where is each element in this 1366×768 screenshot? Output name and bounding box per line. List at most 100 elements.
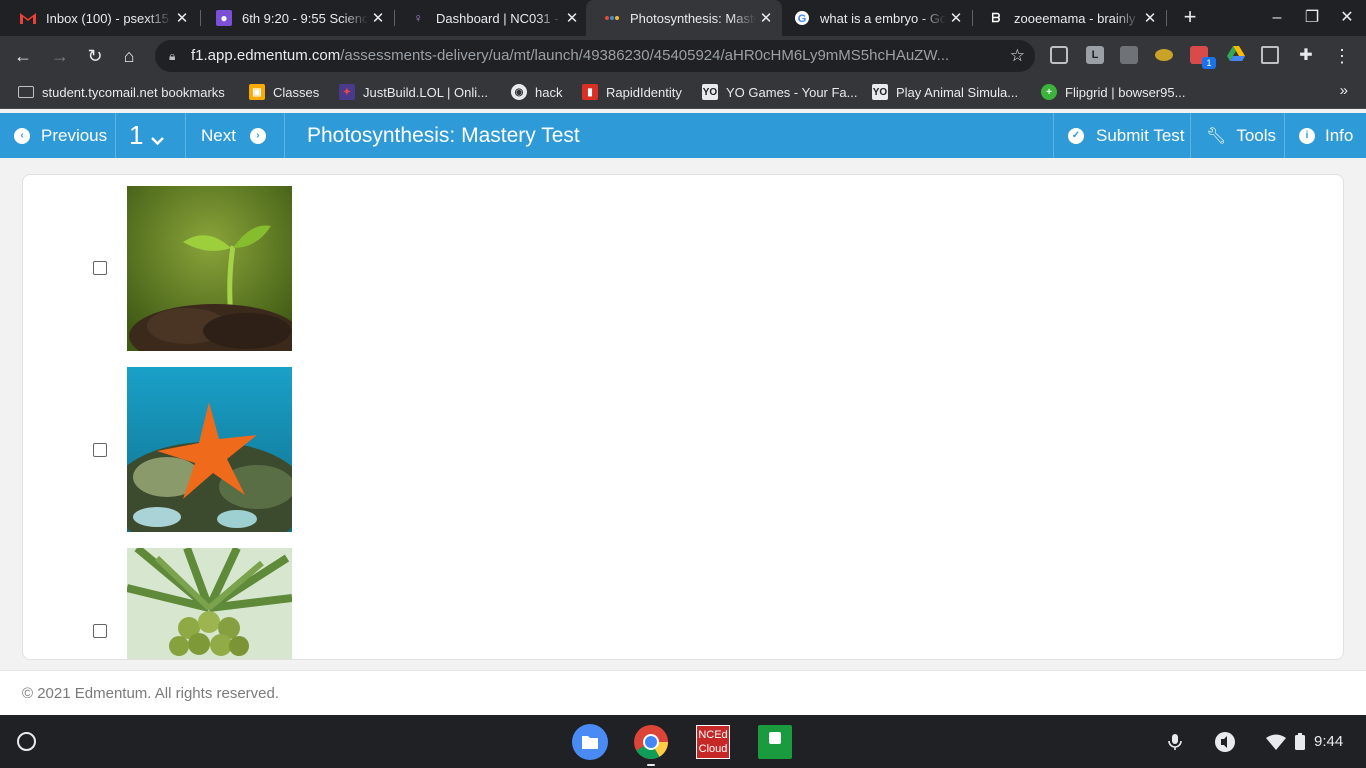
back-arrow-icon[interactable]: ← (9, 42, 37, 70)
nced-cloud-icon[interactable]: NCEd Cloud (696, 725, 730, 759)
active-app-indicator (647, 764, 655, 766)
os-shelf: NCEd Cloud 9:44 (0, 715, 1366, 768)
assessment-header: ‹ Previous 1 Next › Photosynthesis: Mast… (0, 113, 1366, 158)
tab-title: 6th 9:20 - 9:55 Science (242, 10, 368, 26)
bookmark-label: Play Animal Simula... (896, 84, 1019, 100)
bookmark-item[interactable]: ✦ JustBuild.LOL | Onli... (339, 76, 488, 108)
close-tab-icon[interactable]: ✕ (946, 9, 966, 27)
tools-label: Tools (1236, 125, 1276, 145)
copyright-text: © 2021 Edmentum. All rights reserved. (22, 685, 280, 702)
copy-extension-icon[interactable] (1120, 46, 1138, 64)
forward-arrow-icon[interactable]: → (46, 42, 74, 70)
browser-tab-science[interactable]: ● 6th 9:20 - 9:55 Science ✕ (198, 0, 394, 36)
close-tab-icon[interactable]: ✕ (756, 9, 776, 27)
menu-kebab-icon[interactable]: ⋮ (1328, 42, 1356, 70)
info-icon: i (1299, 127, 1315, 144)
restore-icon[interactable]: ❐ (1300, 6, 1324, 30)
bookmark-item[interactable]: ▮ RapidIdentity (582, 76, 682, 108)
close-tab-icon[interactable]: ✕ (1140, 9, 1160, 27)
chrome-icon[interactable] (633, 724, 669, 766)
next-label: Next (201, 125, 236, 145)
bookmark-label: Classes (273, 84, 320, 100)
bookmark-label: RapidIdentity (606, 84, 682, 100)
microphone-icon[interactable] (1168, 715, 1182, 768)
previous-button[interactable]: ‹ Previous (0, 113, 116, 158)
tab-title: what is a embryo - Google (820, 10, 946, 26)
bookmark-label: YO Games - Your Fa... (726, 84, 858, 100)
browser-tab-photosynthesis[interactable]: Photosynthesis: Mastery Test ✕ (586, 0, 782, 36)
content-area (0, 158, 1366, 670)
browser-tab-brainly[interactable]: ᗷ zooeemama - brainly ✕ (970, 0, 1166, 36)
close-tab-icon[interactable]: ✕ (368, 9, 388, 27)
cast-extension-icon[interactable] (1261, 46, 1279, 64)
extension-badge: 1 (1202, 57, 1216, 69)
bulb-icon: ♀ (413, 11, 423, 25)
info-button[interactable]: i Info (1285, 113, 1366, 158)
answer-image-coconut-palm[interactable] (127, 548, 292, 659)
battery-icon[interactable] (1295, 715, 1305, 768)
page-footer: © 2021 Edmentum. All rights reserved. (0, 670, 1366, 715)
question-selector[interactable]: 1 (116, 113, 186, 158)
browser-tab-gmail[interactable]: Inbox (100) - psext15 ✕ (2, 0, 198, 36)
close-tab-icon[interactable]: ✕ (172, 9, 192, 27)
answer-checkbox[interactable] (93, 624, 107, 638)
browser-tab-strip: Inbox (100) - psext15 ✕ ● 6th 9:20 - 9:5… (0, 0, 1366, 36)
submit-test-button[interactable]: ✓ Submit Test (1053, 113, 1191, 158)
tools-button[interactable]: 🔧︎ Tools (1191, 113, 1285, 158)
tab-title: Inbox (100) - psext15 (46, 10, 169, 26)
bookmark-item[interactable]: + Flipgrid | bowser95... (1041, 76, 1185, 108)
rapididentity-icon: ▮ (582, 84, 598, 100)
bookmarks-overflow-button[interactable]: » (1340, 82, 1348, 99)
answer-checkbox[interactable] (93, 261, 107, 275)
browser-tab-dashboard[interactable]: ♀ Dashboard | NC031 - ✕ (392, 0, 588, 36)
yo-icon: YO (872, 84, 888, 100)
answer-image-seedling[interactable] (127, 186, 292, 351)
minimize-icon[interactable]: – (1265, 6, 1289, 30)
bookmark-item[interactable]: ◉ hack (511, 76, 562, 108)
files-icon[interactable] (572, 724, 608, 760)
bookmark-star-icon[interactable]: ☆ (1010, 40, 1025, 72)
bookmark-item[interactable]: YO YO Games - Your Fa... (702, 76, 858, 108)
answer-checkbox[interactable] (93, 443, 107, 457)
browser-tab-google[interactable]: G what is a embryo - Google ✕ (776, 0, 972, 36)
question-card (22, 174, 1344, 660)
accessibility-select-to-speak-icon[interactable] (1214, 715, 1236, 768)
drive-icon[interactable] (1227, 46, 1245, 64)
justbuild-icon: ✦ (339, 84, 355, 100)
tab-title: zooeemama - brainly (1014, 10, 1136, 26)
qr-extension-icon[interactable] (1050, 46, 1068, 64)
clock[interactable]: 9:44 (1314, 715, 1343, 768)
classroom-icon: ● (216, 10, 232, 26)
classroom-icon: ▣ (249, 84, 265, 100)
chevron-left-circle-icon: ‹ (14, 127, 30, 144)
tab-title: Photosynthesis: Mastery Test (630, 10, 756, 26)
check-circle-icon: ✓ (1068, 127, 1084, 144)
wifi-icon[interactable] (1266, 715, 1286, 768)
flipgrid-icon: + (1041, 84, 1057, 100)
next-button[interactable]: Next › (186, 113, 285, 158)
gmail-icon (20, 10, 36, 26)
taco-extension-icon[interactable] (1155, 49, 1173, 61)
home-icon[interactable]: ⌂ (115, 42, 143, 70)
extensions-puzzle-icon[interactable]: ✚ (1292, 42, 1320, 70)
bookmark-item[interactable]: ▣ Classes (249, 76, 319, 108)
launcher-icon[interactable] (17, 732, 36, 751)
nced-label-line1: NCEd (698, 729, 728, 741)
bookmark-label: student.tycomail.net bookmarks (42, 84, 225, 100)
close-tab-icon[interactable]: ✕ (562, 9, 582, 27)
previous-label: Previous (41, 125, 108, 145)
accelerated-math-icon[interactable] (758, 725, 792, 759)
bookmark-item[interactable]: YO Play Animal Simula... (872, 76, 1018, 108)
answer-image-starfish[interactable] (127, 367, 292, 532)
reload-icon[interactable]: ↻ (81, 42, 109, 70)
bookmark-item[interactable]: student.tycomail.net bookmarks (18, 76, 225, 108)
bookmark-label: hack (535, 84, 563, 100)
new-tab-button[interactable]: + (1178, 5, 1202, 29)
close-window-icon[interactable]: ✕ (1335, 6, 1359, 30)
lock-icon: 🔒︎ (169, 49, 176, 63)
l-extension-icon[interactable]: L (1086, 46, 1104, 64)
wrench-icon: 🔧︎ (1206, 127, 1227, 145)
chevron-right-circle-icon: › (249, 127, 266, 144)
tab-separator (1166, 10, 1167, 26)
address-bar[interactable]: 🔒︎ f1.app.edmentum.com/assessments-deliv… (155, 40, 1035, 72)
